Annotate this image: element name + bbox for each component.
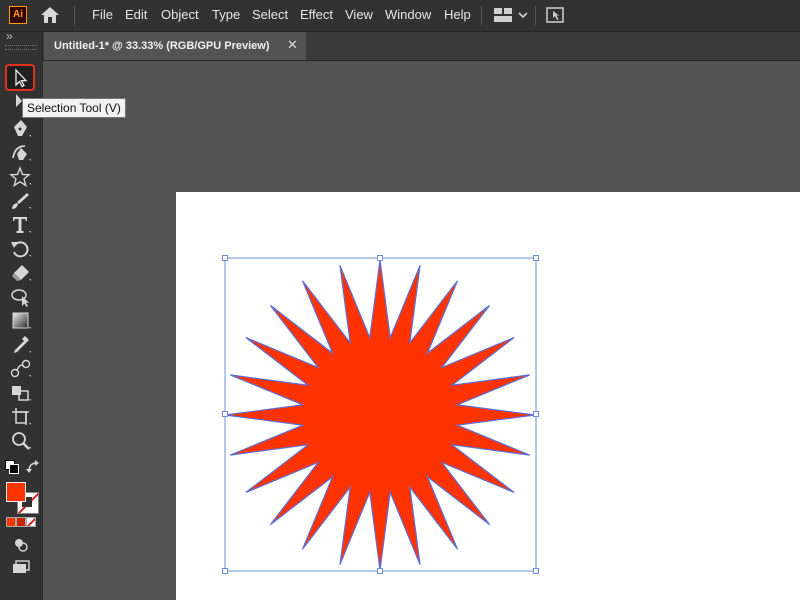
share-icon[interactable] (545, 6, 565, 24)
shape-builder-icon (11, 289, 29, 307)
blend-icon (10, 359, 31, 378)
gradient-tool-button[interactable] (9, 310, 33, 332)
menu-help[interactable]: Help (444, 7, 471, 22)
menu-bar: Ai File Edit Object Type Select Effect V… (0, 0, 800, 32)
swap-fill-stroke-icon[interactable] (26, 460, 40, 474)
star-icon (9, 166, 31, 188)
rotate-tool-button[interactable] (9, 238, 33, 260)
shape-builder-tool-button[interactable] (9, 286, 33, 308)
live-paint-tool-button[interactable] (9, 382, 33, 404)
artboard-icon (12, 408, 31, 425)
home-icon[interactable] (40, 6, 60, 24)
eyedropper-icon (14, 336, 31, 353)
color-mode-color[interactable] (6, 517, 16, 527)
color-mode-none[interactable] (26, 517, 36, 527)
eraser-icon (12, 265, 31, 281)
close-tab-icon[interactable]: ✕ (287, 37, 298, 53)
star-tool-button[interactable] (9, 166, 33, 188)
document-tab-bar: Untitled-1* @ 33.33% (RGB/GPU Preview) ✕ (43, 32, 800, 61)
resize-handle[interactable] (377, 255, 383, 261)
paintbrush-tool-button[interactable] (9, 190, 33, 212)
zoom-tool-button[interactable] (9, 430, 33, 452)
fill-swatch[interactable] (6, 482, 26, 502)
color-mode-gradient[interactable] (16, 517, 26, 527)
selection-tool-button[interactable] (5, 64, 35, 91)
menu-view[interactable]: View (345, 7, 373, 22)
document-tab-title: Untitled-1* @ 33.33% (RGB/GPU Preview) (54, 40, 270, 52)
menu-separator (74, 6, 75, 25)
resize-handle[interactable] (533, 568, 539, 574)
resize-handle[interactable] (533, 411, 539, 417)
starburst-canvas (222, 255, 539, 574)
pen-tool-button[interactable] (9, 118, 33, 140)
type-tool-button[interactable] (9, 214, 33, 236)
eraser-tool-button[interactable] (9, 262, 33, 284)
workspace-switcher-icon[interactable] (493, 7, 529, 23)
resize-handle[interactable] (222, 255, 228, 261)
menu-effect[interactable]: Effect (300, 7, 333, 22)
eyedropper-tool-button[interactable] (9, 334, 33, 356)
artboard-tool-button[interactable] (9, 406, 33, 428)
type-icon (13, 217, 31, 233)
draw-mode-icon[interactable] (14, 538, 28, 552)
menu-window[interactable]: Window (385, 7, 431, 22)
resize-handle[interactable] (377, 568, 383, 574)
starburst-shape[interactable] (224, 259, 536, 571)
selection-tool-tooltip: Selection Tool (V) (22, 98, 126, 118)
curvature-tool-button[interactable] (9, 142, 33, 164)
live-paint-bucket-icon (12, 386, 31, 401)
app-logo: Ai (9, 6, 27, 24)
menu-type[interactable]: Type (212, 7, 240, 22)
collapse-panel-icon[interactable]: » (6, 29, 13, 43)
curvature-pen-icon (12, 145, 31, 161)
screen-mode-icon[interactable] (12, 560, 30, 574)
menu-select[interactable]: Select (252, 7, 288, 22)
document-tab[interactable]: Untitled-1* @ 33.33% (RGB/GPU Preview) ✕ (44, 32, 306, 60)
paintbrush-icon (12, 193, 31, 209)
resize-handle[interactable] (533, 255, 539, 261)
gradient-icon (12, 312, 31, 329)
blend-tool-button[interactable] (9, 358, 33, 380)
selection-arrow-icon (15, 68, 28, 88)
rotate-icon (11, 241, 31, 258)
pen-icon (14, 120, 31, 137)
resize-handle[interactable] (222, 411, 228, 417)
menu-separator (481, 6, 482, 25)
panel-grip[interactable] (5, 45, 37, 50)
zoom-icon (12, 432, 31, 450)
menu-object[interactable]: Object (161, 7, 199, 22)
menu-file[interactable]: File (92, 7, 113, 22)
menu-edit[interactable]: Edit (125, 7, 147, 22)
resize-handle[interactable] (222, 568, 228, 574)
menu-separator (535, 6, 536, 25)
